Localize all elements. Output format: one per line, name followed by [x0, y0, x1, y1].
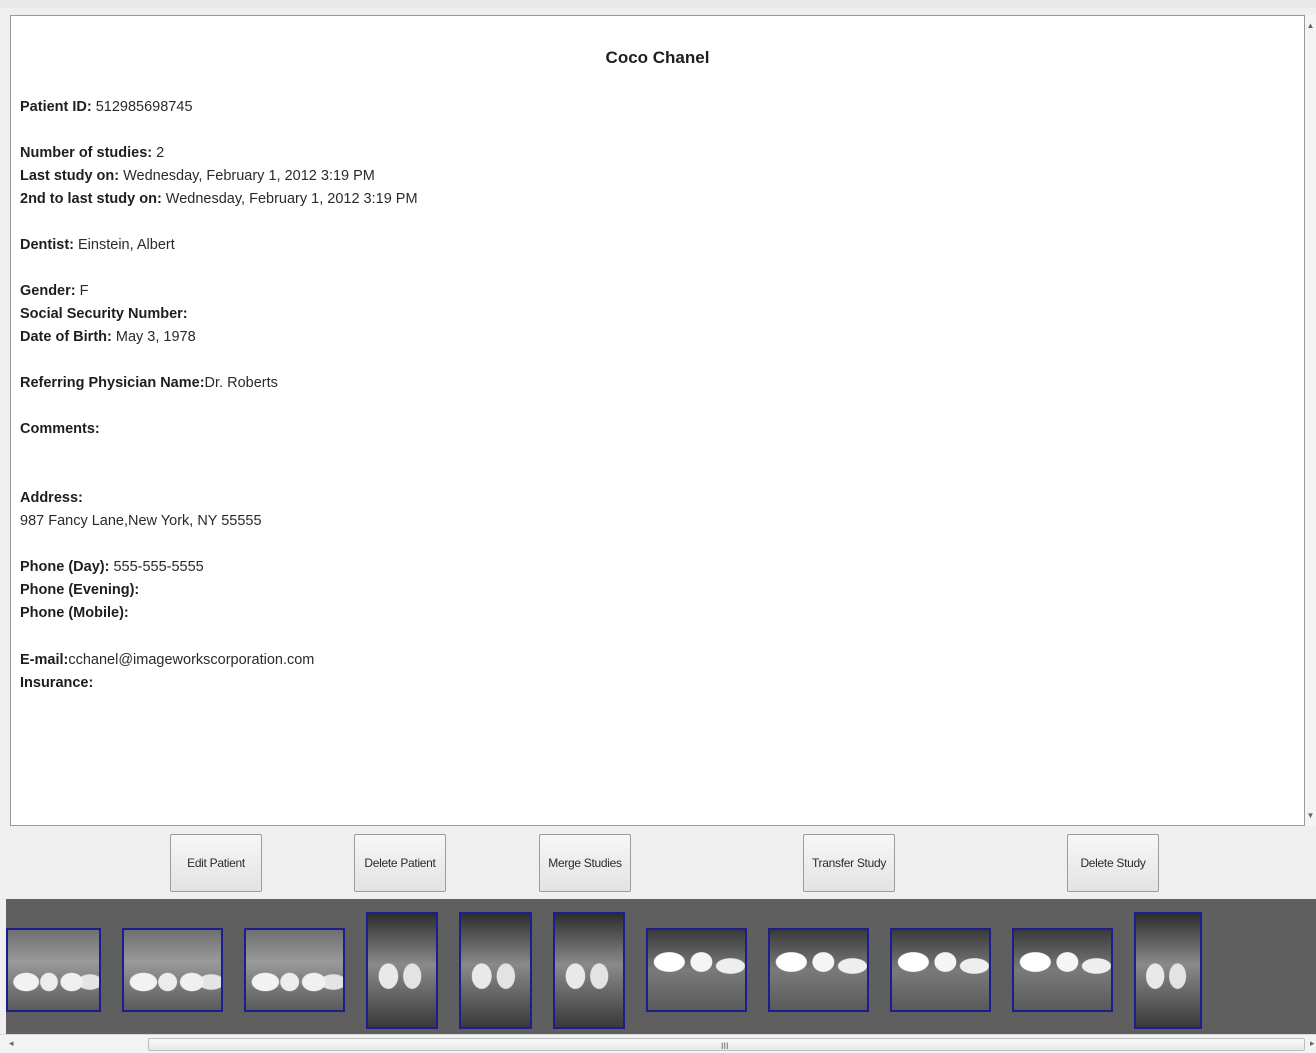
- delete-patient-button[interactable]: Delete Patient: [354, 834, 446, 892]
- scroll-up-arrow-icon[interactable]: ▲: [1305, 21, 1316, 30]
- referring-physician-value: Dr. Roberts: [204, 375, 278, 391]
- second-last-study-label: 2nd to last study on:: [20, 191, 162, 207]
- scroll-right-arrow-icon[interactable]: ▸: [1310, 1038, 1315, 1049]
- phone-evening-label: Phone (Evening):: [20, 582, 140, 598]
- xray-thumbnail-strip: [6, 899, 1316, 1034]
- xray-thumbnail[interactable]: [459, 912, 532, 1029]
- last-study-line: Last study on: Wednesday, February 1, 20…: [20, 168, 375, 184]
- patient-id-value: 512985698745: [91, 99, 193, 115]
- scrollbar-thumb[interactable]: III: [148, 1038, 1305, 1051]
- study-count-label: Number of studies:: [20, 145, 153, 161]
- patient-info-panel: Coco Chanel Patient ID: 512985698745 Num…: [10, 15, 1305, 826]
- patient-name-heading: Coco Chanel: [605, 48, 710, 67]
- phone-day-value: 555-555-5555: [109, 559, 204, 575]
- xray-thumbnail[interactable]: [1134, 912, 1202, 1029]
- email-label: E-mail:: [20, 652, 69, 668]
- phone-day-label: Phone (Day):: [20, 559, 110, 575]
- transfer-study-button[interactable]: Transfer Study: [803, 834, 895, 892]
- ssn-line: Social Security Number:: [20, 306, 188, 322]
- thumbnail-horizontal-scrollbar[interactable]: ◂ III ▸: [0, 1034, 1316, 1053]
- dentist-label: Dentist:: [20, 237, 74, 253]
- study-count-value: 2: [152, 145, 165, 161]
- second-last-study-value: Wednesday, February 1, 2012 3:19 PM: [161, 191, 418, 207]
- second-last-study-line: 2nd to last study on: Wednesday, Februar…: [20, 191, 418, 207]
- last-study-value: Wednesday, February 1, 2012 3:19 PM: [119, 168, 375, 184]
- xray-thumbnail[interactable]: [122, 928, 223, 1012]
- address-value: 987 Fancy Lane,New York, NY 55555: [20, 513, 262, 529]
- xray-thumbnail[interactable]: [244, 928, 345, 1012]
- merge-studies-button[interactable]: Merge Studies: [539, 834, 631, 892]
- phone-mobile-line: Phone (Mobile):: [20, 605, 129, 621]
- address-line: 987 Fancy Lane,New York, NY 55555: [20, 513, 262, 529]
- patient-details-window: Coco Chanel Patient ID: 512985698745 Num…: [0, 0, 1316, 1053]
- dentist-value: Einstein, Albert: [73, 237, 175, 253]
- insurance-label: Insurance:: [20, 675, 94, 691]
- phone-day-line: Phone (Day): 555-555-5555: [20, 559, 204, 575]
- dob-value: May 3, 1978: [111, 329, 196, 345]
- patient-id-label: Patient ID:: [20, 99, 92, 115]
- dob-label: Date of Birth:: [20, 329, 112, 345]
- dentist-line: Dentist: Einstein, Albert: [20, 237, 175, 253]
- referring-physician-line: Referring Physician Name:Dr. Roberts: [20, 375, 278, 391]
- xray-thumbnail[interactable]: [768, 928, 869, 1012]
- action-button-row: Edit Patient Delete Patient Merge Studie…: [0, 826, 1316, 898]
- phone-mobile-label: Phone (Mobile):: [20, 605, 129, 621]
- edit-patient-button[interactable]: Edit Patient: [170, 834, 262, 892]
- phone-evening-line: Phone (Evening):: [20, 582, 139, 598]
- xray-thumbnail[interactable]: [6, 928, 101, 1012]
- comments-label: Comments:: [20, 421, 100, 437]
- top-strip: [0, 0, 1316, 8]
- email-line: E-mail:cchanel@imageworkscorporation.com: [20, 652, 314, 668]
- dob-line: Date of Birth: May 3, 1978: [20, 329, 196, 345]
- scroll-down-arrow-icon[interactable]: ▼: [1305, 811, 1316, 820]
- comments-line: Comments:: [20, 421, 100, 437]
- info-vertical-scrollbar[interactable]: ▲ ▼: [1305, 15, 1316, 826]
- xray-thumbnail[interactable]: [366, 912, 438, 1029]
- address-label: Address:: [20, 490, 83, 506]
- gender-line: Gender: F: [20, 283, 88, 299]
- xray-thumbnail[interactable]: [553, 912, 625, 1029]
- insurance-line: Insurance:: [20, 675, 93, 691]
- scrollbar-grip-icon: III: [721, 1041, 729, 1051]
- address-label-line: Address:: [20, 490, 83, 506]
- gender-label: Gender:: [20, 283, 76, 299]
- xray-thumbnail[interactable]: [890, 928, 991, 1012]
- email-value: cchanel@imageworkscorporation.com: [68, 652, 315, 668]
- referring-physician-label: Referring Physician Name:: [20, 375, 205, 391]
- xray-thumbnail[interactable]: [1012, 928, 1113, 1012]
- gender-value: F: [75, 283, 89, 299]
- ssn-label: Social Security Number:: [20, 306, 188, 322]
- delete-study-button[interactable]: Delete Study: [1067, 834, 1159, 892]
- xray-thumbnail[interactable]: [646, 928, 747, 1012]
- last-study-label: Last study on:: [20, 168, 120, 184]
- scroll-left-arrow-icon[interactable]: ◂: [9, 1038, 14, 1049]
- patient-id-line: Patient ID: 512985698745: [20, 99, 193, 115]
- study-count-line: Number of studies: 2: [20, 145, 164, 161]
